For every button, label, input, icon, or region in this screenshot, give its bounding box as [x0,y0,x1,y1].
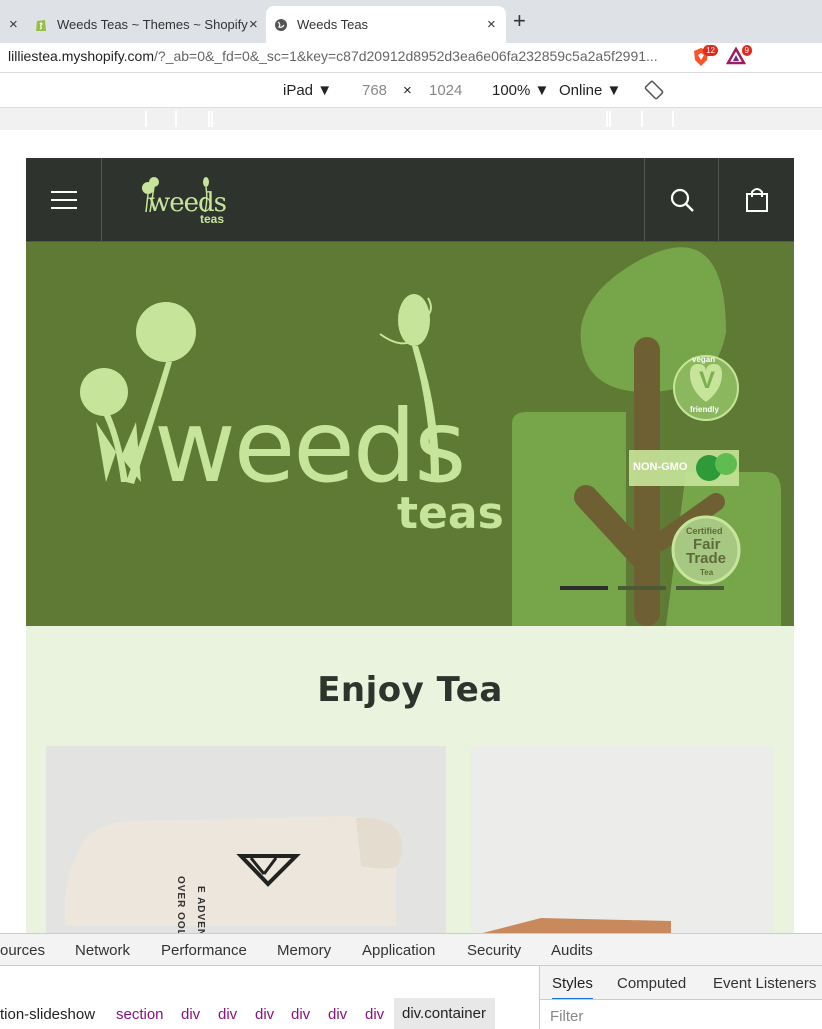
crumb-div-3[interactable]: div [255,1006,274,1023]
elements-panel: tion-slideshow section div div div div d… [0,966,540,1029]
tab-sources[interactable]: ources [0,942,45,959]
network-select[interactable]: Online ▼ [559,82,621,99]
url-host: lilliestea.myshopify.com [8,48,155,64]
shopping-bag-icon [745,188,768,212]
crumb-div-4[interactable]: div [291,1006,310,1023]
bag-print-text: OVER OOLONG [175,876,186,933]
device-select[interactable]: iPad ▼ [283,82,332,99]
tab-close-prev[interactable]: × [0,6,24,43]
tab-audits[interactable]: Audits [551,942,593,959]
vegan-badge-bottom: friendly [690,405,719,414]
rotate-icon[interactable] [644,80,664,104]
crumb-div-2[interactable]: div [218,1006,237,1023]
bag-print-text-2: E ADVENTURE [195,886,206,933]
crumb-div-1[interactable]: div [181,1006,200,1023]
product-image [471,746,774,933]
globe-icon [274,18,288,32]
tab-title: Weeds Teas ~ Themes ~ Shopify [57,17,248,32]
filter-placeholder: Filter [550,1008,584,1025]
cart-button[interactable] [719,158,794,242]
breadcrumb: tion-slideshow section div div div div d… [0,998,540,1029]
hero-slideshow[interactable]: weeds teas vegan V friendly NON-GMO Cert… [26,242,794,626]
fairtrade-line3: Trade [686,550,727,567]
vegan-badge-top: vegan [692,355,716,364]
width-input[interactable]: 768 [362,82,387,99]
dimension-times: × [403,82,412,99]
styles-pane: Styles Computed Event Listeners Filter [540,966,822,1029]
tab-weeds-teas[interactable]: Weeds Teas × [266,6,506,43]
tab-styles[interactable]: Styles [552,975,593,1000]
tab-event-listeners[interactable]: Event Listeners [713,975,816,992]
site-page: weeds teas weeds teas vegan V friendly N… [26,158,794,933]
vegan-badge-letter: V [699,367,716,394]
logo-sub: teas [200,212,225,226]
styles-filter-input[interactable]: Filter [540,999,822,1029]
slideshow-indicators [560,586,724,590]
crumb-div-6[interactable]: div [365,1006,384,1023]
tea-bag-image [46,746,446,933]
fairtrade-line4: Tea [700,568,714,577]
tab-computed[interactable]: Computed [617,975,686,992]
tab-security[interactable]: Security [467,942,521,959]
close-icon[interactable]: × [487,16,496,33]
devtools-tabbar: ources Network Performance Memory Applic… [0,933,822,966]
zoom-select[interactable]: 100% ▼ [492,82,549,99]
product-card-2[interactable] [471,746,774,933]
product-card-1[interactable]: OVER OOLONG E ADVENTURE [46,746,446,933]
bat-rewards-icon[interactable]: 9 [725,45,752,67]
search-icon [670,188,694,212]
height-input[interactable]: 1024 [429,82,462,99]
address-bar[interactable]: lilliestea.myshopify.com/?_ab=0&_fd=0&_s… [0,43,822,73]
crumb-slideshow[interactable]: tion-slideshow [0,1006,95,1023]
slide-dot-2[interactable] [618,586,666,590]
close-icon[interactable]: × [249,16,258,33]
tab-network[interactable]: Network [75,942,130,959]
crumb-section[interactable]: section [116,1006,164,1023]
slide-dot-3[interactable] [676,586,724,590]
tab-performance[interactable]: Performance [161,942,247,959]
url-path: /?_ab=0&_fd=0&_sc=1&key=c87d20912d8952d3… [154,48,658,64]
crumb-div-container[interactable]: div.container [394,998,495,1029]
brave-count-badge: 12 [703,45,718,56]
fairtrade-line1: Certified [686,526,723,536]
new-tab-button[interactable]: + [513,8,526,34]
device-toolbar: iPad ▼ 768 × 1024 100% ▼ Online ▼ [0,73,822,108]
rewards-count-badge: 9 [741,45,752,56]
menu-button[interactable] [26,158,102,242]
nongmo-badge-text: NON-GMO [633,461,688,473]
tab-title: Weeds Teas [297,17,369,32]
tab-shopify-themes[interactable]: Weeds Teas ~ Themes ~ Shopify × [26,6,264,43]
tab-memory[interactable]: Memory [277,942,331,959]
tab-application[interactable]: Application [362,942,435,959]
crumb-div-5[interactable]: div [328,1006,347,1023]
browser-tabstrip: × Weeds Teas ~ Themes ~ Shopify × Weeds … [0,0,822,43]
hero-brand-sub: teas [397,488,504,539]
site-header: weeds teas [26,158,794,242]
url-text[interactable]: lilliestea.myshopify.com/?_ab=0&_fd=0&_s… [8,48,658,64]
site-logo[interactable]: weeds teas [134,172,244,232]
section-title: Enjoy Tea [317,670,503,710]
media-query-ruler [0,108,822,130]
hamburger-icon [50,191,77,209]
shopify-icon [34,18,48,32]
close-icon[interactable]: × [9,16,18,33]
search-button[interactable] [644,158,719,242]
brave-shield-icon[interactable]: 12 [692,45,718,67]
slide-dot-1[interactable] [560,586,608,590]
hero-brand-word: weeds [154,388,466,505]
